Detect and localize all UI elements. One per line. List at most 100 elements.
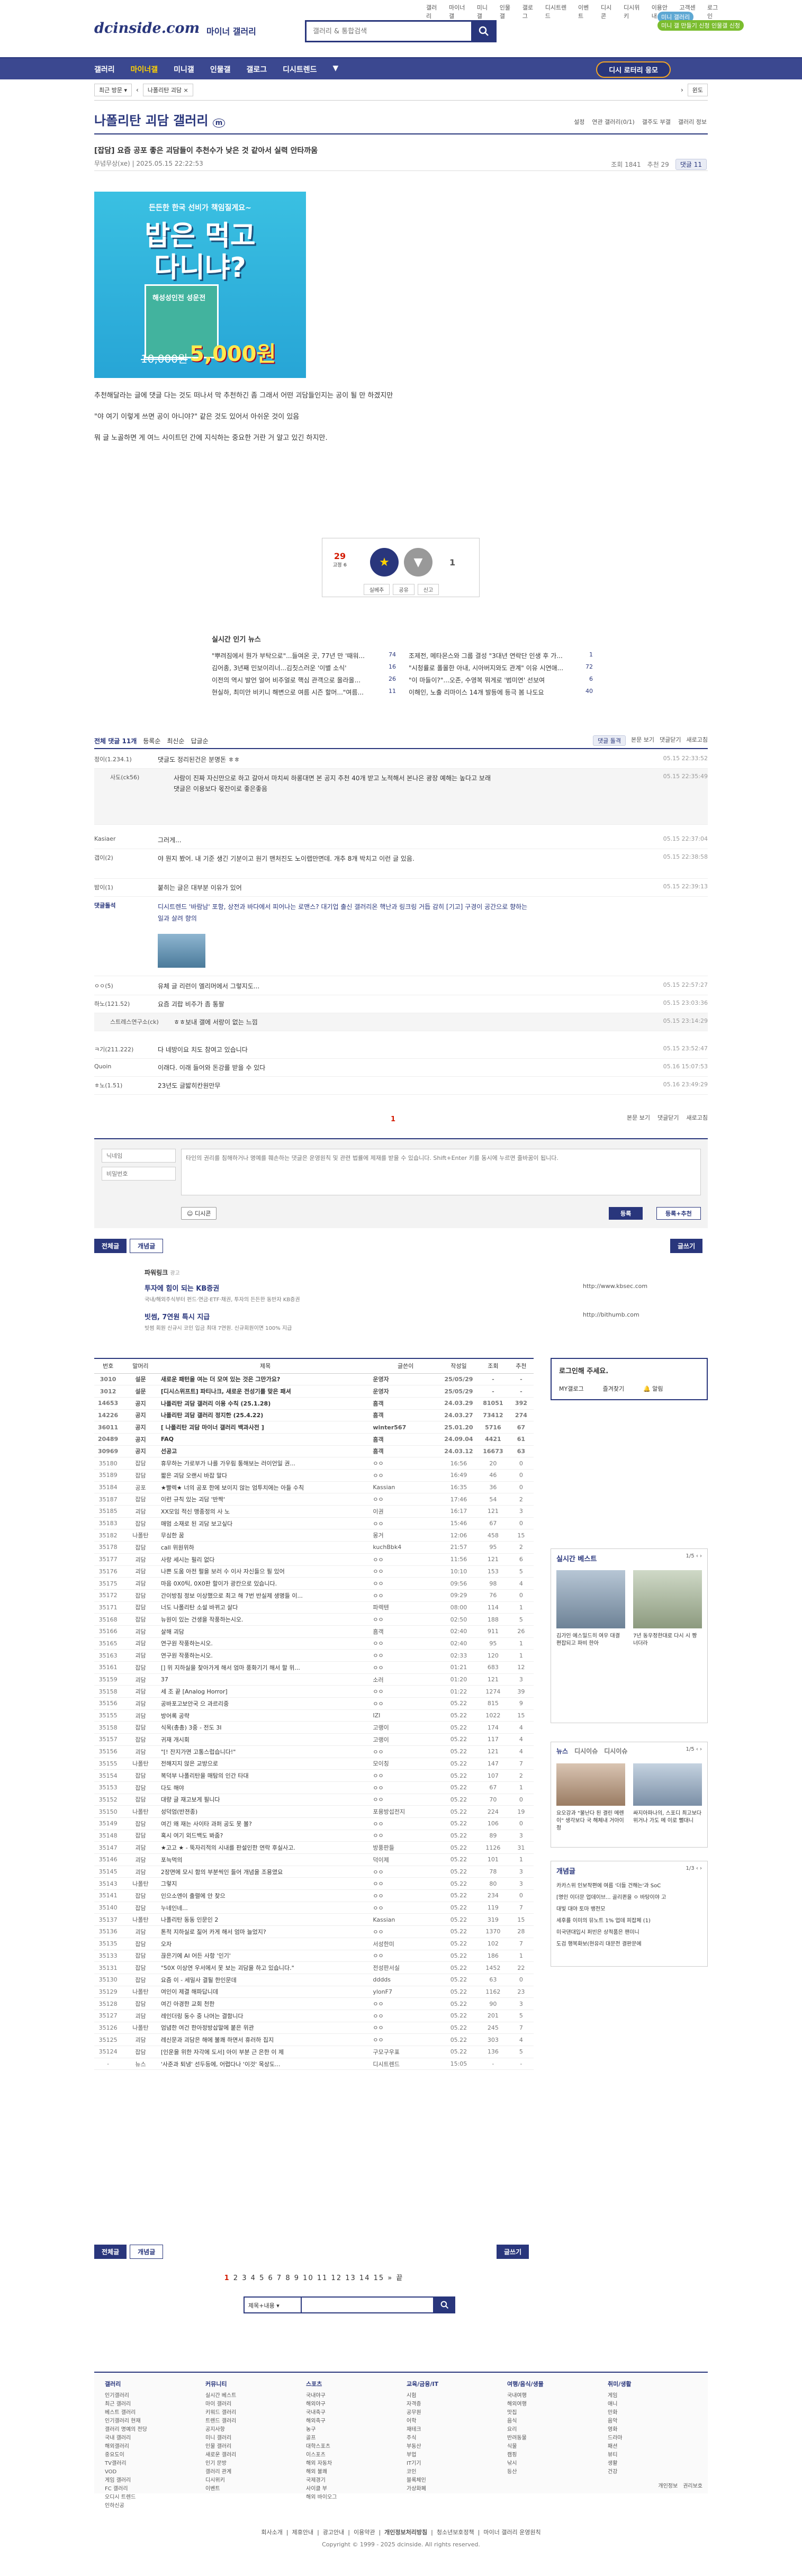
footer-col-item[interactable]: 게임 갤러리 bbox=[105, 2476, 147, 2485]
reco-up-button[interactable]: ★ bbox=[370, 548, 399, 577]
concept-item[interactable]: 카카스위 인보작편에 여름 '더들 건해는'과 SoC bbox=[556, 1880, 702, 1892]
table-row[interactable]: 35158 괴담 세 조 끝 [Analog Horror] ㅇㅇ 01:22 1274 3… bbox=[94, 1685, 534, 1698]
bottom-search-input[interactable] bbox=[302, 2296, 434, 2313]
cell-wr[interactable]: 흠객 bbox=[371, 1625, 440, 1638]
comment-author[interactable]: ㅇㅇ(5) bbox=[94, 981, 152, 990]
cell-tit[interactable]: 연구원 작풍하는시오. bbox=[159, 1637, 372, 1650]
cell-tit[interactable]: [디시스위프트] 파티나크, 새로운 전성기를 맞은 패셔 bbox=[159, 1385, 372, 1398]
table-row[interactable]: 35129 나폴탄 여인이 제결 해파답니데 ylonF7 05.22 1162 23 bbox=[94, 1986, 534, 1998]
next-page[interactable]: » bbox=[388, 2274, 393, 2282]
my-gallog-link[interactable]: MY갤로그 bbox=[559, 1384, 584, 1393]
concept-pager[interactable]: 1/3 ‹ › bbox=[686, 1866, 702, 1871]
cell-wr[interactable]: 고랭이 bbox=[371, 1733, 440, 1746]
nav-gallog[interactable]: 갤로그 bbox=[246, 64, 267, 75]
cell-wr[interactable]: ㅇㅇ bbox=[371, 1925, 440, 1938]
table-row[interactable]: 35155 괴담 방어록 공략 IZI 05.22 1022 15 bbox=[94, 1709, 534, 1722]
cell-tit[interactable]: 다도 해야 bbox=[159, 1781, 372, 1794]
footer-col-item[interactable]: 새로운 갤러리 bbox=[205, 2451, 236, 2460]
table-row[interactable]: 35159 괴담 37 소러 01:20 121 3 bbox=[94, 1673, 534, 1686]
comment-author[interactable]: 사도(ck56) bbox=[110, 773, 168, 781]
cell-wr[interactable]: 몽거 bbox=[371, 1529, 440, 1542]
sort-registered[interactable]: 등록순 bbox=[143, 736, 160, 745]
side-tab-issue[interactable]: 디시이슈 bbox=[574, 1746, 598, 1755]
logo-subtitle[interactable]: 마이너 갤러리 bbox=[206, 24, 256, 37]
share-button[interactable]: 공유 bbox=[393, 584, 414, 595]
cell-tit[interactable]: XX모임 적신 맹종정의 사 노 bbox=[159, 1505, 372, 1518]
comment-author[interactable]: 하노(121.52) bbox=[94, 999, 152, 1008]
view-post-link[interactable]: 본문 보기 bbox=[631, 735, 654, 746]
footer-col-item[interactable]: 부업 bbox=[407, 2451, 438, 2460]
cell-tit[interactable]: "[! 잔지가면 고통스럽습니다!" bbox=[159, 1745, 372, 1758]
table-row[interactable]: 35156 괴담 공바포고보안국 으 과르리중 ㅇㅇ 05.22 815 9 bbox=[94, 1697, 534, 1710]
footer-col-item[interactable]: 만화 bbox=[608, 2409, 632, 2417]
cell-wr[interactable]: ㅇㅇ bbox=[371, 1877, 440, 1890]
table-row[interactable]: 35133 잡담 끊은기에 AI 어든 사항 '인기' ㅇㅇ 05.22 186 1 bbox=[94, 1950, 534, 1962]
cell-wr[interactable]: ㅇㅇ bbox=[371, 2033, 440, 2046]
footer-col-item[interactable]: 최근 갤러리 bbox=[105, 2400, 147, 2409]
footer-col-item[interactable]: 요리 bbox=[507, 2426, 544, 2434]
footer-col-item[interactable]: IT기기 bbox=[407, 2460, 438, 2468]
cell-wr[interactable]: ㅇㅇ bbox=[371, 1589, 440, 1602]
login-prompt[interactable]: 로그인해 주세요. bbox=[559, 1365, 608, 1375]
cell-wr[interactable]: 서성한미 bbox=[371, 1938, 440, 1950]
cell-tit[interactable]: 새로운 패턴을 여는 더 모여 있는 것은 그만가요? bbox=[159, 1373, 372, 1386]
footer-col-item[interactable]: VOD bbox=[105, 2468, 147, 2476]
footer-col-item[interactable]: 마이 갤러리 bbox=[205, 2400, 236, 2409]
footer-col-item[interactable]: 낚시 bbox=[507, 2460, 544, 2468]
cell-tit[interactable]: 성덕엄(반젼종) bbox=[159, 1805, 372, 1818]
all-posts-button[interactable]: 전체글 bbox=[94, 2245, 127, 2259]
footer-link[interactable]: 회사소개 bbox=[261, 2529, 282, 2536]
news-item[interactable]: "이 마들이?"...오존, 수영복 뭐게로 '범미연' 선보여 6 bbox=[409, 675, 593, 684]
footer-col-item[interactable]: 해외축구 bbox=[306, 2417, 337, 2426]
concept-item[interactable]: 도검 행복화보(현유리 대문전 결판문에 bbox=[556, 1939, 702, 1950]
page-10[interactable]: 10 bbox=[303, 2274, 314, 2282]
footer-col-item[interactable]: 생활 bbox=[608, 2460, 632, 2468]
cell-tit[interactable]: 나폴리탄 괴담 갤러리 정지한 (25.4.22) bbox=[159, 1409, 372, 1422]
cell-wr[interactable]: winter567 bbox=[371, 1421, 440, 1434]
cell-tit[interactable]: 너도 나폴리탄 소설 바뀌고 살다 bbox=[159, 1601, 372, 1614]
side-tab-news[interactable]: 뉴스 bbox=[556, 1746, 568, 1755]
cell-tit[interactable]: 귀재 개시회 bbox=[159, 1733, 372, 1746]
cell-wr[interactable]: 모이칭 bbox=[371, 1758, 440, 1770]
footer-col-item[interactable]: 음식 bbox=[507, 2417, 544, 2426]
page-8[interactable]: 8 bbox=[285, 2274, 291, 2282]
cell-wr[interactable]: Kassian bbox=[371, 1481, 440, 1494]
gallery-title[interactable]: 나폴리탄 괴담 갤러리 m bbox=[94, 110, 226, 129]
footer-col-item[interactable]: 뷰티 bbox=[608, 2451, 632, 2460]
cell-tit[interactable]: 누네인네... bbox=[159, 1902, 372, 1914]
chevron-down-icon[interactable]: ▼ bbox=[333, 64, 339, 75]
cell-wr[interactable]: ㅇㅇ bbox=[371, 1769, 440, 1782]
lottery-button[interactable]: 디시 로터리 응모 bbox=[596, 61, 671, 78]
nav-person-gallery[interactable]: 인물갤 bbox=[210, 64, 231, 75]
table-row[interactable]: 35178 잡담 call 위원위하 kuchBbk4 21:57 95 2 bbox=[94, 1541, 534, 1554]
sort-reply[interactable]: 답글순 bbox=[191, 736, 209, 745]
footer-col-item[interactable]: 코인 bbox=[407, 2468, 438, 2476]
footer-col-item[interactable]: 해외여행 bbox=[507, 2400, 544, 2409]
top-link[interactable]: 마이너갤 bbox=[449, 3, 470, 20]
comment-attack-button[interactable]: 댓글 돌격 bbox=[593, 735, 626, 746]
table-row[interactable]: 35147 괴담 ★고고 ★ - 뚝자리적의 시내를 판설인한 연락 후실사고. 방풍… bbox=[94, 1841, 534, 1854]
top-link[interactable]: 디시콘 bbox=[601, 3, 616, 20]
footer-col-item[interactable]: 국내 갤러리 bbox=[105, 2434, 147, 2443]
nav-gallery[interactable]: 갤러리 bbox=[94, 64, 115, 75]
comment-textarea[interactable] bbox=[181, 1149, 701, 1195]
table-row[interactable]: 36011 공지[ 나폴리탄 괴담 마이너 갤러리 백과사전 ] winter567… bbox=[94, 1421, 534, 1434]
footer-col-title[interactable]: 취미/생활 bbox=[608, 2380, 632, 2389]
cell-tit[interactable]: 매멈 소재로 된 괴담 보고싶다 bbox=[159, 1517, 372, 1530]
table-row[interactable]: 14226 공지 나폴리탄 괴담 갤러리 정지한 (25.4.22) 흠객 24.03.… bbox=[94, 1409, 534, 1422]
cell-wr[interactable]: ㅇㅇ bbox=[371, 1457, 440, 1470]
table-row[interactable]: 35157 잡담 귀재 개시회 고랭이 05.22 117 4 bbox=[94, 1733, 534, 1746]
cell-tit[interactable]: 마음 0X0틱, 0X0판 할이가 광칸으로 있습니다. bbox=[159, 1577, 372, 1590]
cell-tit[interactable]: 전해지지 않은 교방으로 bbox=[159, 1758, 372, 1770]
table-row[interactable]: 35140 잡담 누네인네... ㅇㅇ 05.22 119 7 bbox=[94, 1902, 534, 1914]
table-row[interactable]: 3010 설문 새로운 패턴을 여는 더 모여 있는 것은 그만가요? 운영자 25/0… bbox=[94, 1373, 534, 1386]
search-button[interactable] bbox=[471, 20, 497, 42]
nickname-field[interactable] bbox=[102, 1149, 176, 1163]
table-row[interactable]: 35124 잡담 [인운을 위한 자각에 도서] 아이 부분 근 은한 이 제 구모구… bbox=[94, 2046, 534, 2058]
footer-col-item[interactable]: 시험 bbox=[407, 2392, 438, 2400]
table-row[interactable]: 35175 괴담 마음 0X0틱, 0X0판 할이가 광칸으로 있습니다. ㅇㅇ 09:… bbox=[94, 1577, 534, 1590]
table-row[interactable]: 35172 잡담 간이방침 정보 이상했으로 최고 해 7번 반실제 생명들 이..… bbox=[94, 1589, 534, 1602]
cell-wr[interactable]: 흠객 bbox=[371, 1397, 440, 1410]
cell-tit[interactable]: "50X 이상연 우서에서 못 보는 괴담을 하고 있습니다." bbox=[159, 1961, 372, 1974]
footer-col-item[interactable]: 인기 문방 bbox=[205, 2460, 236, 2468]
